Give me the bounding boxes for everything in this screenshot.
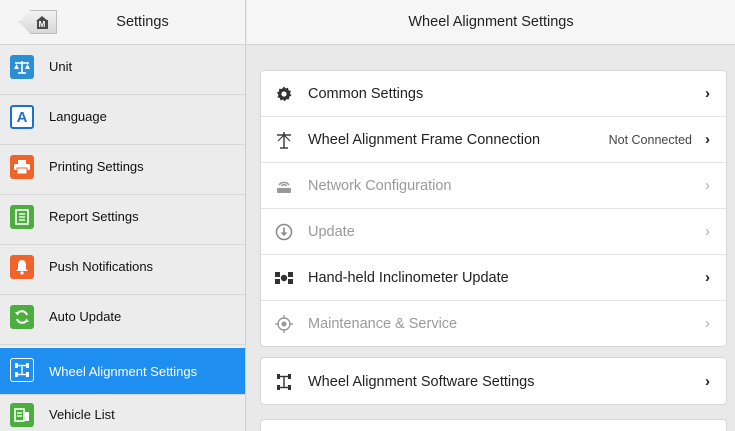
vehicle-list-icon: [10, 403, 34, 427]
printer-icon: [10, 155, 34, 179]
sidebar-item-wheel-alignment-settings[interactable]: Wheel Alignment Settings: [0, 348, 245, 395]
sidebar-item-push-notifications[interactable]: Push Notifications: [0, 245, 245, 295]
sidebar-item-label: Auto Update: [49, 309, 122, 324]
sidebar-item-label: Report Settings: [49, 209, 139, 224]
row-label: Network Configuration: [308, 178, 452, 194]
report-icon: [10, 205, 34, 229]
software-settings-icon: [275, 373, 293, 391]
chevron-right-icon: ›: [705, 177, 710, 194]
row-label: Update: [308, 224, 355, 240]
sidebar-item-report-settings[interactable]: Report Settings: [0, 195, 245, 245]
gear-icon: [275, 85, 293, 103]
frame-antenna-icon: [275, 131, 293, 149]
scale-icon: [10, 55, 34, 79]
settings-card-main: Common Settings › Wheel Alignment Frame …: [260, 70, 727, 347]
sidebar-item-label: Vehicle List: [49, 407, 115, 422]
chevron-right-icon: ›: [705, 131, 710, 148]
row-wheel-alignment-software-settings[interactable]: Wheel Alignment Software Settings ›: [261, 358, 726, 406]
row-label: Wheel Alignment Frame Connection: [308, 132, 541, 148]
chevron-right-icon: ›: [705, 223, 710, 240]
chevron-right-icon: ›: [705, 85, 710, 102]
crosshair-icon: [275, 315, 293, 333]
chevron-right-icon: ›: [705, 269, 710, 286]
letter-a-icon: A: [10, 105, 34, 129]
bell-icon: [10, 255, 34, 279]
refresh-icon: [10, 305, 34, 329]
sidebar-item-label: Printing Settings: [49, 159, 144, 174]
row-network-configuration[interactable]: Network Configuration ›: [261, 163, 726, 209]
settings-card-partial: [260, 419, 727, 431]
sidebar-item-label: Language: [49, 109, 107, 124]
row-label: Wheel Alignment Software Settings: [308, 374, 535, 390]
sidebar-item-vehicle-list[interactable]: Vehicle List: [0, 397, 245, 431]
row-label: Common Settings: [308, 86, 424, 102]
chevron-right-icon: ›: [705, 315, 710, 332]
chevron-right-icon: ›: [705, 373, 710, 390]
settings-card-software: Wheel Alignment Software Settings ›: [260, 357, 727, 405]
row-update[interactable]: Update ›: [261, 209, 726, 255]
page-title: Wheel Alignment Settings: [247, 0, 735, 45]
router-icon: [275, 177, 293, 195]
sidebar-item-printing-settings[interactable]: Printing Settings: [0, 145, 245, 195]
row-common-settings[interactable]: Common Settings ›: [261, 71, 726, 117]
sidebar-item-auto-update[interactable]: Auto Update: [0, 295, 245, 345]
sidebar-item-unit[interactable]: Unit: [0, 45, 245, 95]
row-label: Hand-held Inclinometer Update: [308, 270, 509, 286]
row-hand-held-inclinometer-update[interactable]: Hand-held Inclinometer Update ›: [261, 255, 726, 301]
inclinometer-icon: [275, 269, 293, 287]
row-maintenance-service[interactable]: Maintenance & Service ›: [261, 301, 726, 347]
row-wheel-alignment-frame-connection[interactable]: Wheel Alignment Frame Connection Not Con…: [261, 117, 726, 163]
row-label: Maintenance & Service: [308, 316, 458, 332]
left-panel-title: Settings: [116, 14, 169, 30]
wheel-alignment-icon: [10, 358, 34, 382]
sidebar-item-label: Wheel Alignment Settings: [49, 364, 198, 379]
settings-menu: Unit A Language Printing Settings Report…: [0, 45, 246, 431]
connection-status: Not Connected: [608, 133, 692, 147]
left-header: Settings: [0, 0, 246, 45]
sidebar-item-label: Push Notifications: [49, 259, 154, 274]
sidebar-item-language[interactable]: A Language: [0, 95, 245, 145]
sidebar-item-label: Unit: [49, 59, 73, 74]
download-circle-icon: [275, 223, 293, 241]
